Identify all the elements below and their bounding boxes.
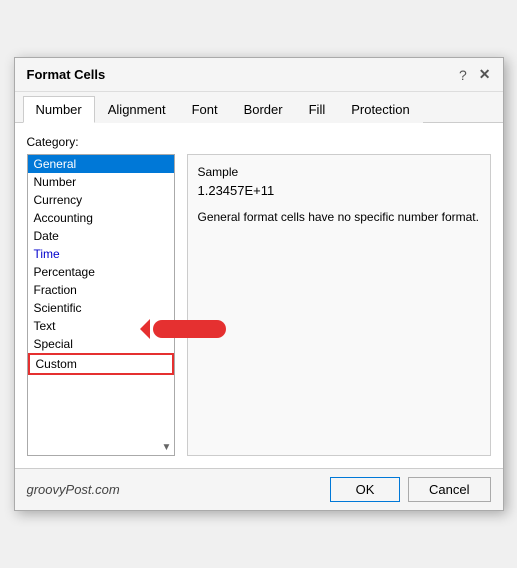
category-list-container: General Number Currency Accounting Date … [27, 154, 175, 456]
category-item-currency[interactable]: Currency [28, 191, 174, 209]
dialog-title: Format Cells [27, 67, 106, 82]
ok-button[interactable]: OK [330, 477, 400, 502]
format-cells-dialog: Format Cells ? ✕ Number Alignment Font B… [14, 57, 504, 511]
category-item-date[interactable]: Date [28, 227, 174, 245]
tab-alignment[interactable]: Alignment [95, 96, 179, 123]
category-item-time[interactable]: Time [28, 245, 174, 263]
title-bar-controls: ? ✕ [459, 66, 491, 83]
tab-bar: Number Alignment Font Border Fill Protec… [15, 92, 503, 123]
category-item-fraction[interactable]: Fraction [28, 281, 174, 299]
scroll-down-indicator: ▼ [161, 441, 173, 453]
tab-border[interactable]: Border [231, 96, 296, 123]
help-button[interactable]: ? [459, 67, 467, 83]
category-item-accounting[interactable]: Accounting [28, 209, 174, 227]
category-item-custom[interactable]: Custom [28, 353, 174, 375]
tab-fill[interactable]: Fill [296, 96, 339, 123]
category-list: General Number Currency Accounting Date … [28, 155, 174, 375]
sample-label: Sample [198, 165, 480, 179]
right-panel: Sample 1.23457E+11 General format cells … [187, 154, 491, 456]
category-label: Category: [27, 135, 491, 149]
category-item-general[interactable]: General [28, 155, 174, 173]
tab-font[interactable]: Font [179, 96, 231, 123]
sample-value: 1.23457E+11 [198, 183, 480, 198]
tab-content: Category: General Number Currency Accoun… [15, 123, 503, 468]
category-item-percentage[interactable]: Percentage [28, 263, 174, 281]
tab-protection[interactable]: Protection [338, 96, 423, 123]
category-item-special[interactable]: Special [28, 335, 174, 353]
category-section: General Number Currency Accounting Date … [27, 154, 175, 456]
brand-text: groovyPost.com [27, 482, 120, 497]
description-text: General format cells have no specific nu… [198, 208, 480, 226]
category-item-text[interactable]: Text [28, 317, 174, 335]
footer-buttons: OK Cancel [330, 477, 490, 502]
footer: groovyPost.com OK Cancel [15, 468, 503, 510]
tab-number[interactable]: Number [23, 96, 95, 123]
main-area: General Number Currency Accounting Date … [27, 154, 491, 456]
cancel-button[interactable]: Cancel [408, 477, 490, 502]
category-item-scientific[interactable]: Scientific [28, 299, 174, 317]
close-button[interactable]: ✕ [479, 66, 491, 83]
category-item-number[interactable]: Number [28, 173, 174, 191]
title-bar: Format Cells ? ✕ [15, 58, 503, 92]
